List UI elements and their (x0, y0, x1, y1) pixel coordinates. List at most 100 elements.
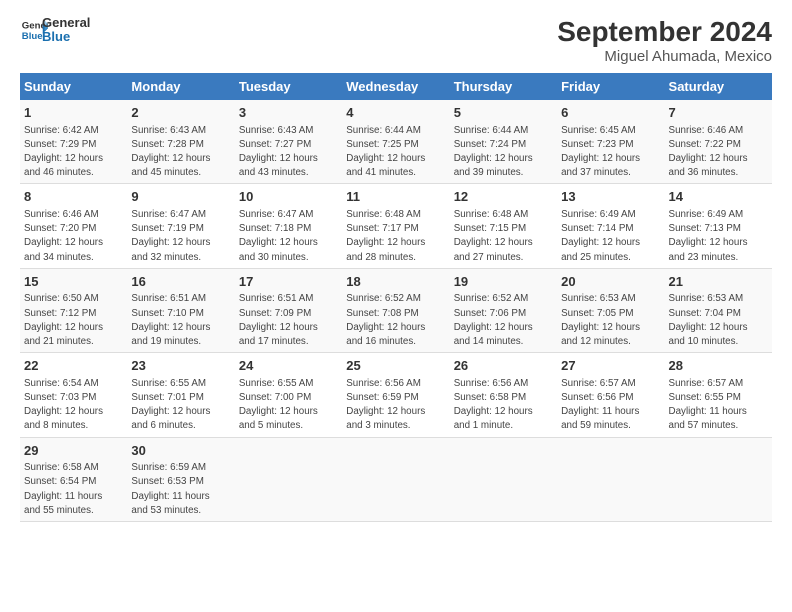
calendar-cell (450, 437, 557, 521)
calendar-cell: 1 Sunrise: 6:42 AMSunset: 7:29 PMDaylight… (20, 100, 127, 184)
day-number: 29 (24, 442, 123, 460)
day-info: Sunrise: 6:51 AMSunset: 7:10 PMDaylight:… (131, 293, 210, 347)
col-sunday: Sunday (20, 73, 127, 100)
day-info: Sunrise: 6:52 AMSunset: 7:06 PMDaylight:… (454, 293, 533, 347)
logo-general: General (42, 16, 90, 30)
day-number: 11 (346, 188, 445, 206)
calendar-cell (235, 437, 342, 521)
day-info: Sunrise: 6:49 AMSunset: 7:14 PMDaylight:… (561, 209, 640, 263)
day-info: Sunrise: 6:57 AMSunset: 6:56 PMDaylight:… (561, 378, 639, 432)
day-number: 23 (131, 357, 230, 375)
day-info: Sunrise: 6:43 AMSunset: 7:28 PMDaylight:… (131, 125, 210, 179)
calendar-cell: 11 Sunrise: 6:48 AMSunset: 7:17 PMDayligh… (342, 184, 449, 268)
day-number: 30 (131, 442, 230, 460)
day-info: Sunrise: 6:47 AMSunset: 7:19 PMDaylight:… (131, 209, 210, 263)
day-number: 16 (131, 273, 230, 291)
calendar-cell: 25 Sunrise: 6:56 AMSunset: 6:59 PMDayligh… (342, 353, 449, 437)
day-info: Sunrise: 6:42 AMSunset: 7:29 PMDaylight:… (24, 125, 103, 179)
calendar-cell: 17Sunrise: 6:51 AMSunset: 7:09 PMDayligh… (235, 268, 342, 352)
calendar-body: 1 Sunrise: 6:42 AMSunset: 7:29 PMDaylight… (20, 100, 772, 522)
day-number: 3 (239, 104, 338, 122)
calendar-cell (665, 437, 772, 521)
day-number: 27 (561, 357, 660, 375)
col-thursday: Thursday (450, 73, 557, 100)
page-container: General Blue General Blue September 2024… (0, 0, 792, 532)
day-number: 13 (561, 188, 660, 206)
day-number: 1 (24, 104, 123, 122)
col-saturday: Saturday (665, 73, 772, 100)
day-info: Sunrise: 6:53 AMSunset: 7:05 PMDaylight:… (561, 293, 640, 347)
logo: General Blue General Blue (20, 16, 90, 45)
calendar-cell: 23Sunrise: 6:55 AMSunset: 7:01 PMDayligh… (127, 353, 234, 437)
calendar-cell (342, 437, 449, 521)
day-number: 28 (669, 357, 768, 375)
day-info: Sunrise: 6:59 AMSunset: 6:53 PMDaylight:… (131, 462, 209, 516)
calendar-table: Sunday Monday Tuesday Wednesday Thursday… (20, 73, 772, 522)
calendar-cell: 7 Sunrise: 6:46 AMSunset: 7:22 PMDaylight… (665, 100, 772, 184)
week-row-2: 8 Sunrise: 6:46 AMSunset: 7:20 PMDaylight… (20, 184, 772, 268)
day-info: Sunrise: 6:45 AMSunset: 7:23 PMDaylight:… (561, 125, 640, 179)
calendar-cell: 12Sunrise: 6:48 AMSunset: 7:15 PMDayligh… (450, 184, 557, 268)
day-number: 21 (669, 273, 768, 291)
day-info: Sunrise: 6:55 AMSunset: 7:00 PMDaylight:… (239, 378, 318, 432)
calendar-cell: 16 Sunrise: 6:51 AMSunset: 7:10 PMDayligh… (127, 268, 234, 352)
week-row-3: 15 Sunrise: 6:50 AMSunset: 7:12 PMDayligh… (20, 268, 772, 352)
calendar-cell: 13 Sunrise: 6:49 AMSunset: 7:14 PMDayligh… (557, 184, 664, 268)
day-number: 7 (669, 104, 768, 122)
header-row: Sunday Monday Tuesday Wednesday Thursday… (20, 73, 772, 100)
calendar-cell: 2 Sunrise: 6:43 AMSunset: 7:28 PMDaylight… (127, 100, 234, 184)
day-number: 25 (346, 357, 445, 375)
day-number: 17 (239, 273, 338, 291)
calendar-cell: 14 Sunrise: 6:49 AMSunset: 7:13 PMDayligh… (665, 184, 772, 268)
col-tuesday: Tuesday (235, 73, 342, 100)
day-number: 4 (346, 104, 445, 122)
day-number: 5 (454, 104, 553, 122)
calendar-cell: 10 Sunrise: 6:47 AMSunset: 7:18 PMDayligh… (235, 184, 342, 268)
day-info: Sunrise: 6:48 AMSunset: 7:15 PMDaylight:… (454, 209, 533, 263)
day-number: 20 (561, 273, 660, 291)
col-wednesday: Wednesday (342, 73, 449, 100)
page-subtitle: Miguel Ahumada, Mexico (557, 48, 772, 65)
calendar-cell: 6 Sunrise: 6:45 AMSunset: 7:23 PMDaylight… (557, 100, 664, 184)
col-monday: Monday (127, 73, 234, 100)
title-block: September 2024 Miguel Ahumada, Mexico (557, 16, 772, 65)
calendar-cell: 29 Sunrise: 6:58 AMSunset: 6:54 PMDayligh… (20, 437, 127, 521)
day-info: Sunrise: 6:56 AMSunset: 6:58 PMDaylight:… (454, 378, 533, 432)
page-title: September 2024 (557, 16, 772, 48)
day-info: Sunrise: 6:43 AMSunset: 7:27 PMDaylight:… (239, 125, 318, 179)
week-row-1: 1 Sunrise: 6:42 AMSunset: 7:29 PMDaylight… (20, 100, 772, 184)
calendar-cell: 24 Sunrise: 6:55 AMSunset: 7:00 PMDayligh… (235, 353, 342, 437)
calendar-cell: 30 Sunrise: 6:59 AMSunset: 6:53 PMDayligh… (127, 437, 234, 521)
calendar-cell (557, 437, 664, 521)
day-number: 8 (24, 188, 123, 206)
day-number: 24 (239, 357, 338, 375)
header: General Blue General Blue September 2024… (20, 16, 772, 65)
calendar-cell: 20 Sunrise: 6:53 AMSunset: 7:05 PMDayligh… (557, 268, 664, 352)
day-number: 9 (131, 188, 230, 206)
week-row-4: 22 Sunrise: 6:54 AMSunset: 7:03 PMDayligh… (20, 353, 772, 437)
day-number: 6 (561, 104, 660, 122)
day-info: Sunrise: 6:46 AMSunset: 7:22 PMDaylight:… (669, 125, 748, 179)
day-number: 22 (24, 357, 123, 375)
day-info: Sunrise: 6:50 AMSunset: 7:12 PMDaylight:… (24, 293, 103, 347)
day-info: Sunrise: 6:57 AMSunset: 6:55 PMDaylight:… (669, 378, 747, 432)
day-number: 2 (131, 104, 230, 122)
calendar-cell: 28 Sunrise: 6:57 AMSunset: 6:55 PMDayligh… (665, 353, 772, 437)
day-info: Sunrise: 6:56 AMSunset: 6:59 PMDaylight:… (346, 378, 425, 432)
col-friday: Friday (557, 73, 664, 100)
day-info: Sunrise: 6:54 AMSunset: 7:03 PMDaylight:… (24, 378, 103, 432)
calendar-cell: 5Sunrise: 6:44 AMSunset: 7:24 PMDaylight… (450, 100, 557, 184)
day-info: Sunrise: 6:49 AMSunset: 7:13 PMDaylight:… (669, 209, 748, 263)
calendar-cell: 27 Sunrise: 6:57 AMSunset: 6:56 PMDayligh… (557, 353, 664, 437)
day-number: 26 (454, 357, 553, 375)
day-info: Sunrise: 6:46 AMSunset: 7:20 PMDaylight:… (24, 209, 103, 263)
day-info: Sunrise: 6:58 AMSunset: 6:54 PMDaylight:… (24, 462, 102, 516)
day-number: 14 (669, 188, 768, 206)
calendar-cell: 22 Sunrise: 6:54 AMSunset: 7:03 PMDayligh… (20, 353, 127, 437)
calendar-cell: 21 Sunrise: 6:53 AMSunset: 7:04 PMDayligh… (665, 268, 772, 352)
day-info: Sunrise: 6:53 AMSunset: 7:04 PMDaylight:… (669, 293, 748, 347)
day-number: 15 (24, 273, 123, 291)
day-info: Sunrise: 6:48 AMSunset: 7:17 PMDaylight:… (346, 209, 425, 263)
day-info: Sunrise: 6:47 AMSunset: 7:18 PMDaylight:… (239, 209, 318, 263)
day-number: 10 (239, 188, 338, 206)
